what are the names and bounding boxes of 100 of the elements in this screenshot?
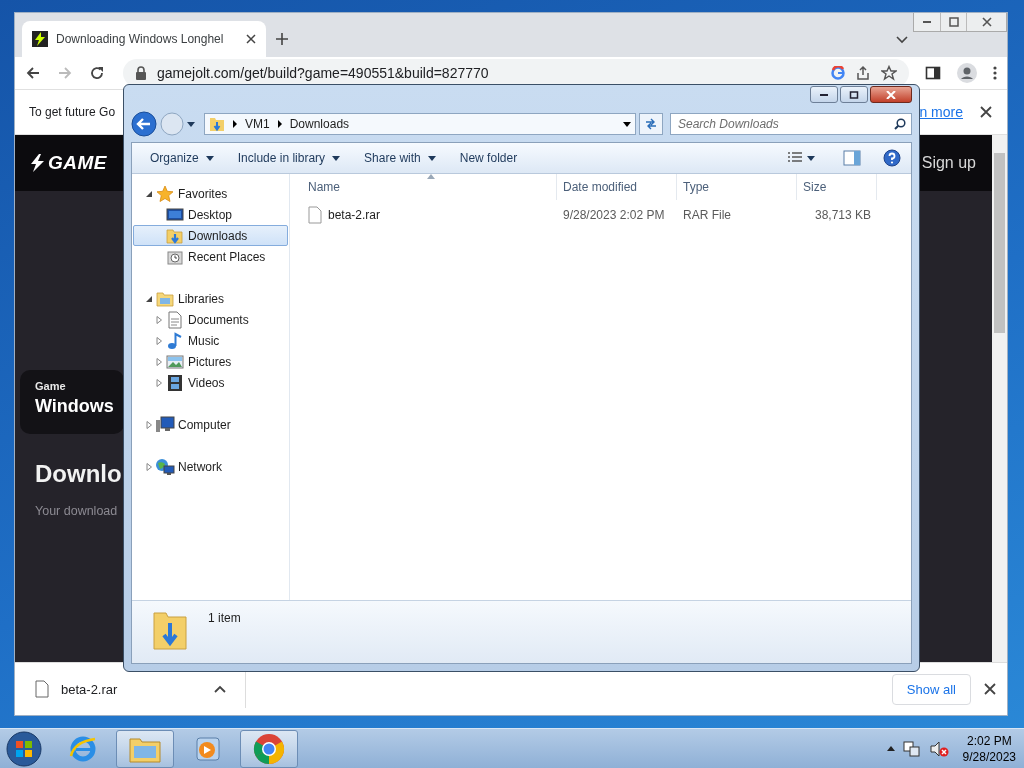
google-icon[interactable] bbox=[831, 66, 845, 80]
item-count: 1 item bbox=[208, 611, 241, 625]
caret-icon bbox=[427, 155, 436, 161]
toolbar-button[interactable]: Organize bbox=[140, 147, 224, 169]
site-logo[interactable]: GAME bbox=[48, 152, 107, 174]
nav-item[interactable]: Network bbox=[133, 456, 288, 477]
maximize-button[interactable] bbox=[840, 86, 868, 103]
file-icon bbox=[308, 206, 322, 224]
nav-item[interactable]: Downloads bbox=[133, 225, 288, 246]
dropdown-icon[interactable] bbox=[807, 155, 815, 161]
dropdown-icon[interactable] bbox=[187, 121, 195, 127]
download-folder-icon bbox=[166, 226, 184, 245]
network-icon[interactable] bbox=[902, 739, 921, 758]
card-label: Game bbox=[35, 380, 66, 392]
expand-arrow-icon[interactable] bbox=[155, 378, 163, 387]
column-header[interactable]: Size bbox=[797, 174, 877, 200]
nav-item[interactable]: Documents bbox=[133, 309, 288, 330]
info-message: To get future Go bbox=[29, 105, 116, 119]
sort-arrow-icon bbox=[427, 174, 435, 179]
new-tab-icon[interactable] bbox=[274, 31, 290, 47]
expand-arrow-icon[interactable] bbox=[155, 336, 163, 345]
back-arrow-icon[interactable] bbox=[25, 65, 41, 81]
taskbar-button[interactable] bbox=[240, 729, 298, 768]
close-button[interactable] bbox=[870, 86, 912, 103]
side-panel-icon[interactable] bbox=[925, 65, 941, 81]
expand-arrow-icon[interactable] bbox=[145, 462, 153, 471]
toolbar-button[interactable]: Share with bbox=[354, 147, 446, 169]
reload-icon[interactable] bbox=[89, 65, 105, 81]
game-card[interactable]: Game Windows bbox=[20, 370, 124, 434]
close-icon[interactable] bbox=[979, 105, 993, 119]
column-header[interactable]: Date modified bbox=[557, 174, 677, 200]
dropdown-icon[interactable] bbox=[623, 121, 631, 127]
lightning-icon bbox=[29, 154, 45, 172]
menu-icon[interactable] bbox=[993, 65, 997, 81]
computer-icon bbox=[155, 415, 175, 434]
nav-item[interactable]: Libraries bbox=[133, 288, 288, 309]
page-heading: Downlo bbox=[35, 460, 122, 488]
address-bar[interactable]: VM1 Downloads bbox=[204, 113, 636, 135]
share-icon[interactable] bbox=[855, 65, 871, 81]
breadcrumb-item[interactable]: VM1 bbox=[245, 117, 270, 131]
learn-more-link[interactable]: n more bbox=[919, 104, 963, 120]
table-cell-text: 9/28/2023 2:02 PM bbox=[562, 208, 666, 222]
table-cell-text: RAR File bbox=[682, 208, 732, 222]
expand-arrow-icon[interactable] bbox=[145, 420, 153, 429]
refresh-icon bbox=[644, 117, 658, 131]
search-icon[interactable] bbox=[894, 118, 906, 130]
expand-arrow-icon[interactable] bbox=[155, 315, 163, 324]
caret-icon bbox=[205, 155, 214, 161]
preview-pane-icon[interactable] bbox=[843, 150, 861, 166]
browser-tab[interactable]: Downloading Windows Longhel bbox=[22, 21, 266, 57]
start-button-icon[interactable] bbox=[6, 730, 42, 767]
help-icon[interactable] bbox=[883, 149, 901, 167]
monitor-icon bbox=[166, 206, 184, 223]
minimize-icon bbox=[820, 93, 828, 96]
close-icon[interactable] bbox=[983, 682, 997, 696]
star-icon bbox=[156, 184, 174, 203]
search-field[interactable]: Search Downloads bbox=[670, 113, 912, 135]
lock-icon bbox=[135, 66, 147, 80]
column-header[interactable]: Type bbox=[677, 174, 797, 200]
taskbar-button[interactable] bbox=[116, 729, 174, 768]
folder-icon bbox=[156, 290, 174, 307]
minimize-button[interactable] bbox=[810, 86, 838, 103]
star-icon[interactable] bbox=[881, 65, 897, 81]
chevron-right-icon bbox=[276, 120, 283, 128]
nav-item[interactable]: Pictures bbox=[133, 351, 288, 372]
toolbar-button[interactable]: New folder bbox=[449, 147, 528, 169]
download-item[interactable]: beta-2.rar bbox=[61, 681, 201, 697]
nav-item[interactable]: Desktop bbox=[133, 204, 288, 225]
collapse-arrow-icon[interactable] bbox=[145, 294, 153, 303]
media-player-icon bbox=[193, 734, 221, 763]
address-bar[interactable]: gamejolt.com/get/build?game=490551&build=827770 bbox=[123, 59, 909, 87]
caret-icon bbox=[332, 155, 341, 161]
back-button-icon[interactable] bbox=[131, 111, 157, 137]
profile-icon[interactable] bbox=[957, 63, 977, 83]
close-icon[interactable] bbox=[244, 32, 258, 46]
sign-up-link[interactable]: Sign up bbox=[921, 154, 976, 172]
chevron-up-icon[interactable] bbox=[886, 746, 895, 751]
view-list-icon[interactable] bbox=[787, 151, 803, 165]
expand-arrow-icon[interactable] bbox=[155, 357, 163, 366]
nav-item[interactable]: Videos bbox=[133, 372, 288, 393]
show-all-button[interactable]: Show all bbox=[891, 673, 971, 705]
nav-item[interactable]: Recent Places bbox=[133, 246, 288, 267]
card-title: Windows bbox=[35, 396, 114, 417]
speaker-muted-icon[interactable] bbox=[928, 739, 949, 758]
file-name[interactable]: beta-2.rar bbox=[328, 208, 381, 222]
scrollbar[interactable] bbox=[992, 135, 1007, 662]
picture-icon bbox=[166, 353, 184, 370]
maximize-icon bbox=[948, 17, 959, 27]
refresh-button[interactable] bbox=[639, 113, 663, 135]
toolbar-button[interactable]: Include in library bbox=[227, 147, 351, 169]
page-subtext: Your download bbox=[35, 504, 118, 518]
favicon-icon bbox=[32, 31, 48, 47]
collapse-arrow-icon[interactable] bbox=[145, 189, 153, 198]
nav-item[interactable]: Favorites bbox=[133, 183, 288, 204]
clock[interactable]: 2:02 PM 9/28/2023 bbox=[962, 732, 1016, 765]
nav-item[interactable]: Computer bbox=[133, 414, 288, 435]
nav-item[interactable]: Music bbox=[133, 330, 288, 351]
breadcrumb-item[interactable]: Downloads bbox=[289, 117, 350, 131]
close-icon bbox=[886, 90, 896, 99]
clock-date: 9/28/2023 bbox=[962, 748, 1016, 765]
